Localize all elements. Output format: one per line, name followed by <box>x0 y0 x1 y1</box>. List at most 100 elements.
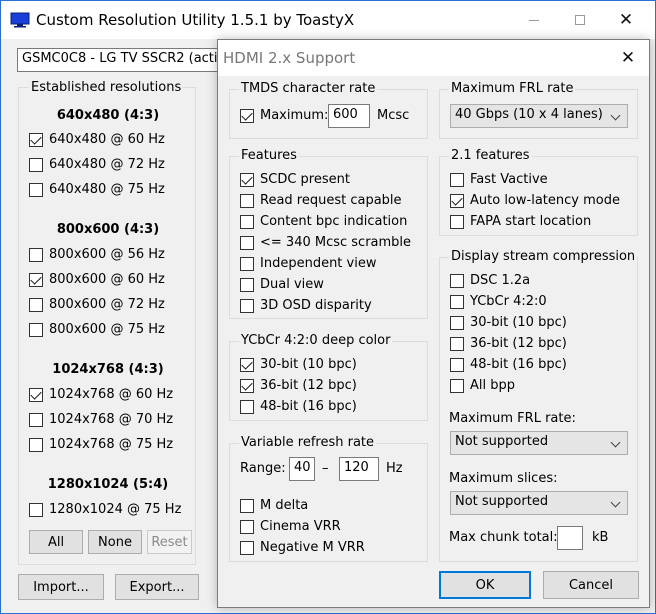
maximize-button[interactable] <box>557 1 603 39</box>
feature-checkbox-scdc[interactable]: SCDC present <box>240 172 350 187</box>
vrr-checkbox-m-delta[interactable]: M delta <box>240 498 308 513</box>
all-button[interactable]: All <box>29 530 83 554</box>
checkbox-box[interactable] <box>450 315 464 330</box>
checkbox-label: M delta <box>260 498 309 513</box>
dsc-checkbox-ycbcr420[interactable]: YCbCr 4:2:0 <box>450 294 547 309</box>
checkbox-box[interactable] <box>29 387 43 402</box>
checkbox-box[interactable] <box>240 540 254 555</box>
res-checkbox-640x480-72[interactable]: 640x480 @ 72 Hz <box>29 157 165 172</box>
res-checkbox-640x480-60[interactable]: 640x480 @ 60 Hz <box>29 132 165 147</box>
monitor-dropdown[interactable]: GSMC0C8 - LG TV SSCR2 (active) <box>17 48 227 72</box>
res-checkbox-800x600-75[interactable]: 800x600 @ 75 Hz <box>29 322 165 337</box>
ycbcr-checkbox-36bit[interactable]: 36-bit (12 bpc) <box>240 378 357 393</box>
max-frl-group-title: Maximum FRL rate <box>449 81 576 96</box>
feature-checkbox-independent-view[interactable]: Independent view <box>240 256 376 271</box>
checkbox-box[interactable] <box>29 157 43 172</box>
feature-checkbox-content-bpc[interactable]: Content bpc indication <box>240 214 407 229</box>
reset-button[interactable]: Reset <box>147 530 192 554</box>
features21-checkbox-fast-vactive[interactable]: Fast Vactive <box>450 172 548 187</box>
tmds-maximum-input[interactable]: 600 <box>328 104 370 128</box>
cancel-button[interactable]: Cancel <box>543 571 639 599</box>
ycbcr-group-title: YCbCr 4:2:0 deep color <box>239 333 393 348</box>
dsc-max-slices-dropdown[interactable]: Not supported <box>450 491 628 515</box>
feature-checkbox-dual-view[interactable]: Dual view <box>240 277 324 292</box>
checkbox-box[interactable] <box>240 519 254 534</box>
vrr-range-max-input[interactable]: 120 <box>339 457 379 481</box>
res-checkbox-1280x1024-75[interactable]: 1280x1024 @ 75 Hz <box>29 502 181 517</box>
checkbox-box[interactable] <box>450 378 464 393</box>
checkbox-box[interactable] <box>240 108 254 123</box>
established-resolutions-group: Established resolutions 640x480 (4:3) 64… <box>18 80 196 565</box>
import-button[interactable]: Import... <box>18 574 104 600</box>
tmds-group: TMDS character rate Maximum: 600 Mcsc <box>229 81 428 139</box>
checkbox-box[interactable] <box>240 214 254 229</box>
tmds-maximum-checkbox[interactable]: Maximum: <box>240 108 328 123</box>
dsc-checkbox-all-bpp[interactable]: All bpp <box>450 378 515 393</box>
features21-checkbox-allm[interactable]: Auto low-latency mode <box>450 193 620 208</box>
checkbox-box[interactable] <box>240 399 254 414</box>
res-checkbox-800x600-56[interactable]: 800x600 @ 56 Hz <box>29 247 165 262</box>
dialog-close-button[interactable]: ✕ <box>614 45 642 71</box>
close-button[interactable]: ✕ <box>603 1 649 39</box>
checkbox-box[interactable] <box>450 273 464 288</box>
checkbox-box[interactable] <box>450 336 464 351</box>
checkbox-box[interactable] <box>29 412 43 427</box>
dsc-checkbox-48bit[interactable]: 48-bit (16 bpc) <box>450 357 567 372</box>
dsc-max-frl-label: Maximum FRL rate: <box>449 411 576 426</box>
export-button[interactable]: Export... <box>115 574 199 600</box>
feature-checkbox-3d-osd[interactable]: 3D OSD disparity <box>240 298 372 313</box>
checkbox-label: Independent view <box>260 256 377 271</box>
checkbox-box[interactable] <box>450 357 464 372</box>
ycbcr-deep-color-group: YCbCr 4:2:0 deep color 30-bit (10 bpc) 3… <box>229 333 428 421</box>
checkbox-box[interactable] <box>240 172 254 187</box>
checkbox-box[interactable] <box>450 193 464 208</box>
minimize-button[interactable] <box>511 1 557 39</box>
checkbox-box[interactable] <box>450 294 464 309</box>
checkbox-box[interactable] <box>29 502 43 517</box>
ycbcr-checkbox-48bit[interactable]: 48-bit (16 bpc) <box>240 399 357 414</box>
feature-checkbox-read-request[interactable]: Read request capable <box>240 193 402 208</box>
res-checkbox-1024x768-70[interactable]: 1024x768 @ 70 Hz <box>29 412 173 427</box>
checkbox-box[interactable] <box>29 182 43 197</box>
checkbox-box[interactable] <box>450 172 464 187</box>
checkbox-box[interactable] <box>240 235 254 250</box>
dsc-checkbox-30bit[interactable]: 30-bit (10 bpc) <box>450 315 567 330</box>
vrr-checkbox-negative-m[interactable]: Negative M VRR <box>240 540 365 555</box>
checkbox-box[interactable] <box>240 498 254 513</box>
res-checkbox-1024x768-60[interactable]: 1024x768 @ 60 Hz <box>29 387 173 402</box>
dsc-max-chunk-input[interactable] <box>557 526 583 550</box>
checkbox-box[interactable] <box>240 277 254 292</box>
checkbox-box[interactable] <box>240 298 254 313</box>
checkbox-box[interactable] <box>29 322 43 337</box>
dsc-max-frl-dropdown[interactable]: Not supported <box>450 431 628 455</box>
checkbox-label: 800x600 @ 60 Hz <box>49 272 165 287</box>
checkbox-box[interactable] <box>240 256 254 271</box>
ycbcr-checkbox-30bit[interactable]: 30-bit (10 bpc) <box>240 357 357 372</box>
dsc-checkbox-dsc12a[interactable]: DSC 1.2a <box>450 273 530 288</box>
group-heading-1024x768: 1024x768 (4:3) <box>52 362 164 377</box>
res-checkbox-1024x768-75[interactable]: 1024x768 @ 75 Hz <box>29 437 173 452</box>
res-checkbox-800x600-60[interactable]: 800x600 @ 60 Hz <box>29 272 165 287</box>
ok-button[interactable]: OK <box>439 571 531 599</box>
res-checkbox-800x600-72[interactable]: 800x600 @ 72 Hz <box>29 297 165 312</box>
checkbox-box[interactable] <box>450 214 464 229</box>
checkbox-box[interactable] <box>240 357 254 372</box>
vrr-range-min-input[interactable]: 40 <box>289 457 315 481</box>
checkbox-label: 1024x768 @ 70 Hz <box>49 412 174 427</box>
chevron-down-icon <box>610 110 621 121</box>
checkbox-box[interactable] <box>240 193 254 208</box>
vrr-checkbox-cinema[interactable]: Cinema VRR <box>240 519 341 534</box>
checkbox-box[interactable] <box>240 378 254 393</box>
dsc-checkbox-36bit[interactable]: 36-bit (12 bpc) <box>450 336 567 351</box>
checkbox-box[interactable] <box>29 272 43 287</box>
window-title: Custom Resolution Utility 1.5.1 by Toast… <box>36 11 355 29</box>
none-button[interactable]: None <box>88 530 142 554</box>
checkbox-box[interactable] <box>29 437 43 452</box>
checkbox-box[interactable] <box>29 297 43 312</box>
checkbox-box[interactable] <box>29 132 43 147</box>
feature-checkbox-340-scramble[interactable]: <= 340 Mcsc scramble <box>240 235 411 250</box>
features21-checkbox-fapa[interactable]: FAPA start location <box>450 214 591 229</box>
checkbox-box[interactable] <box>29 247 43 262</box>
max-frl-dropdown[interactable]: 40 Gbps (10 x 4 lanes) <box>450 104 628 128</box>
res-checkbox-640x480-75[interactable]: 640x480 @ 75 Hz <box>29 182 165 197</box>
